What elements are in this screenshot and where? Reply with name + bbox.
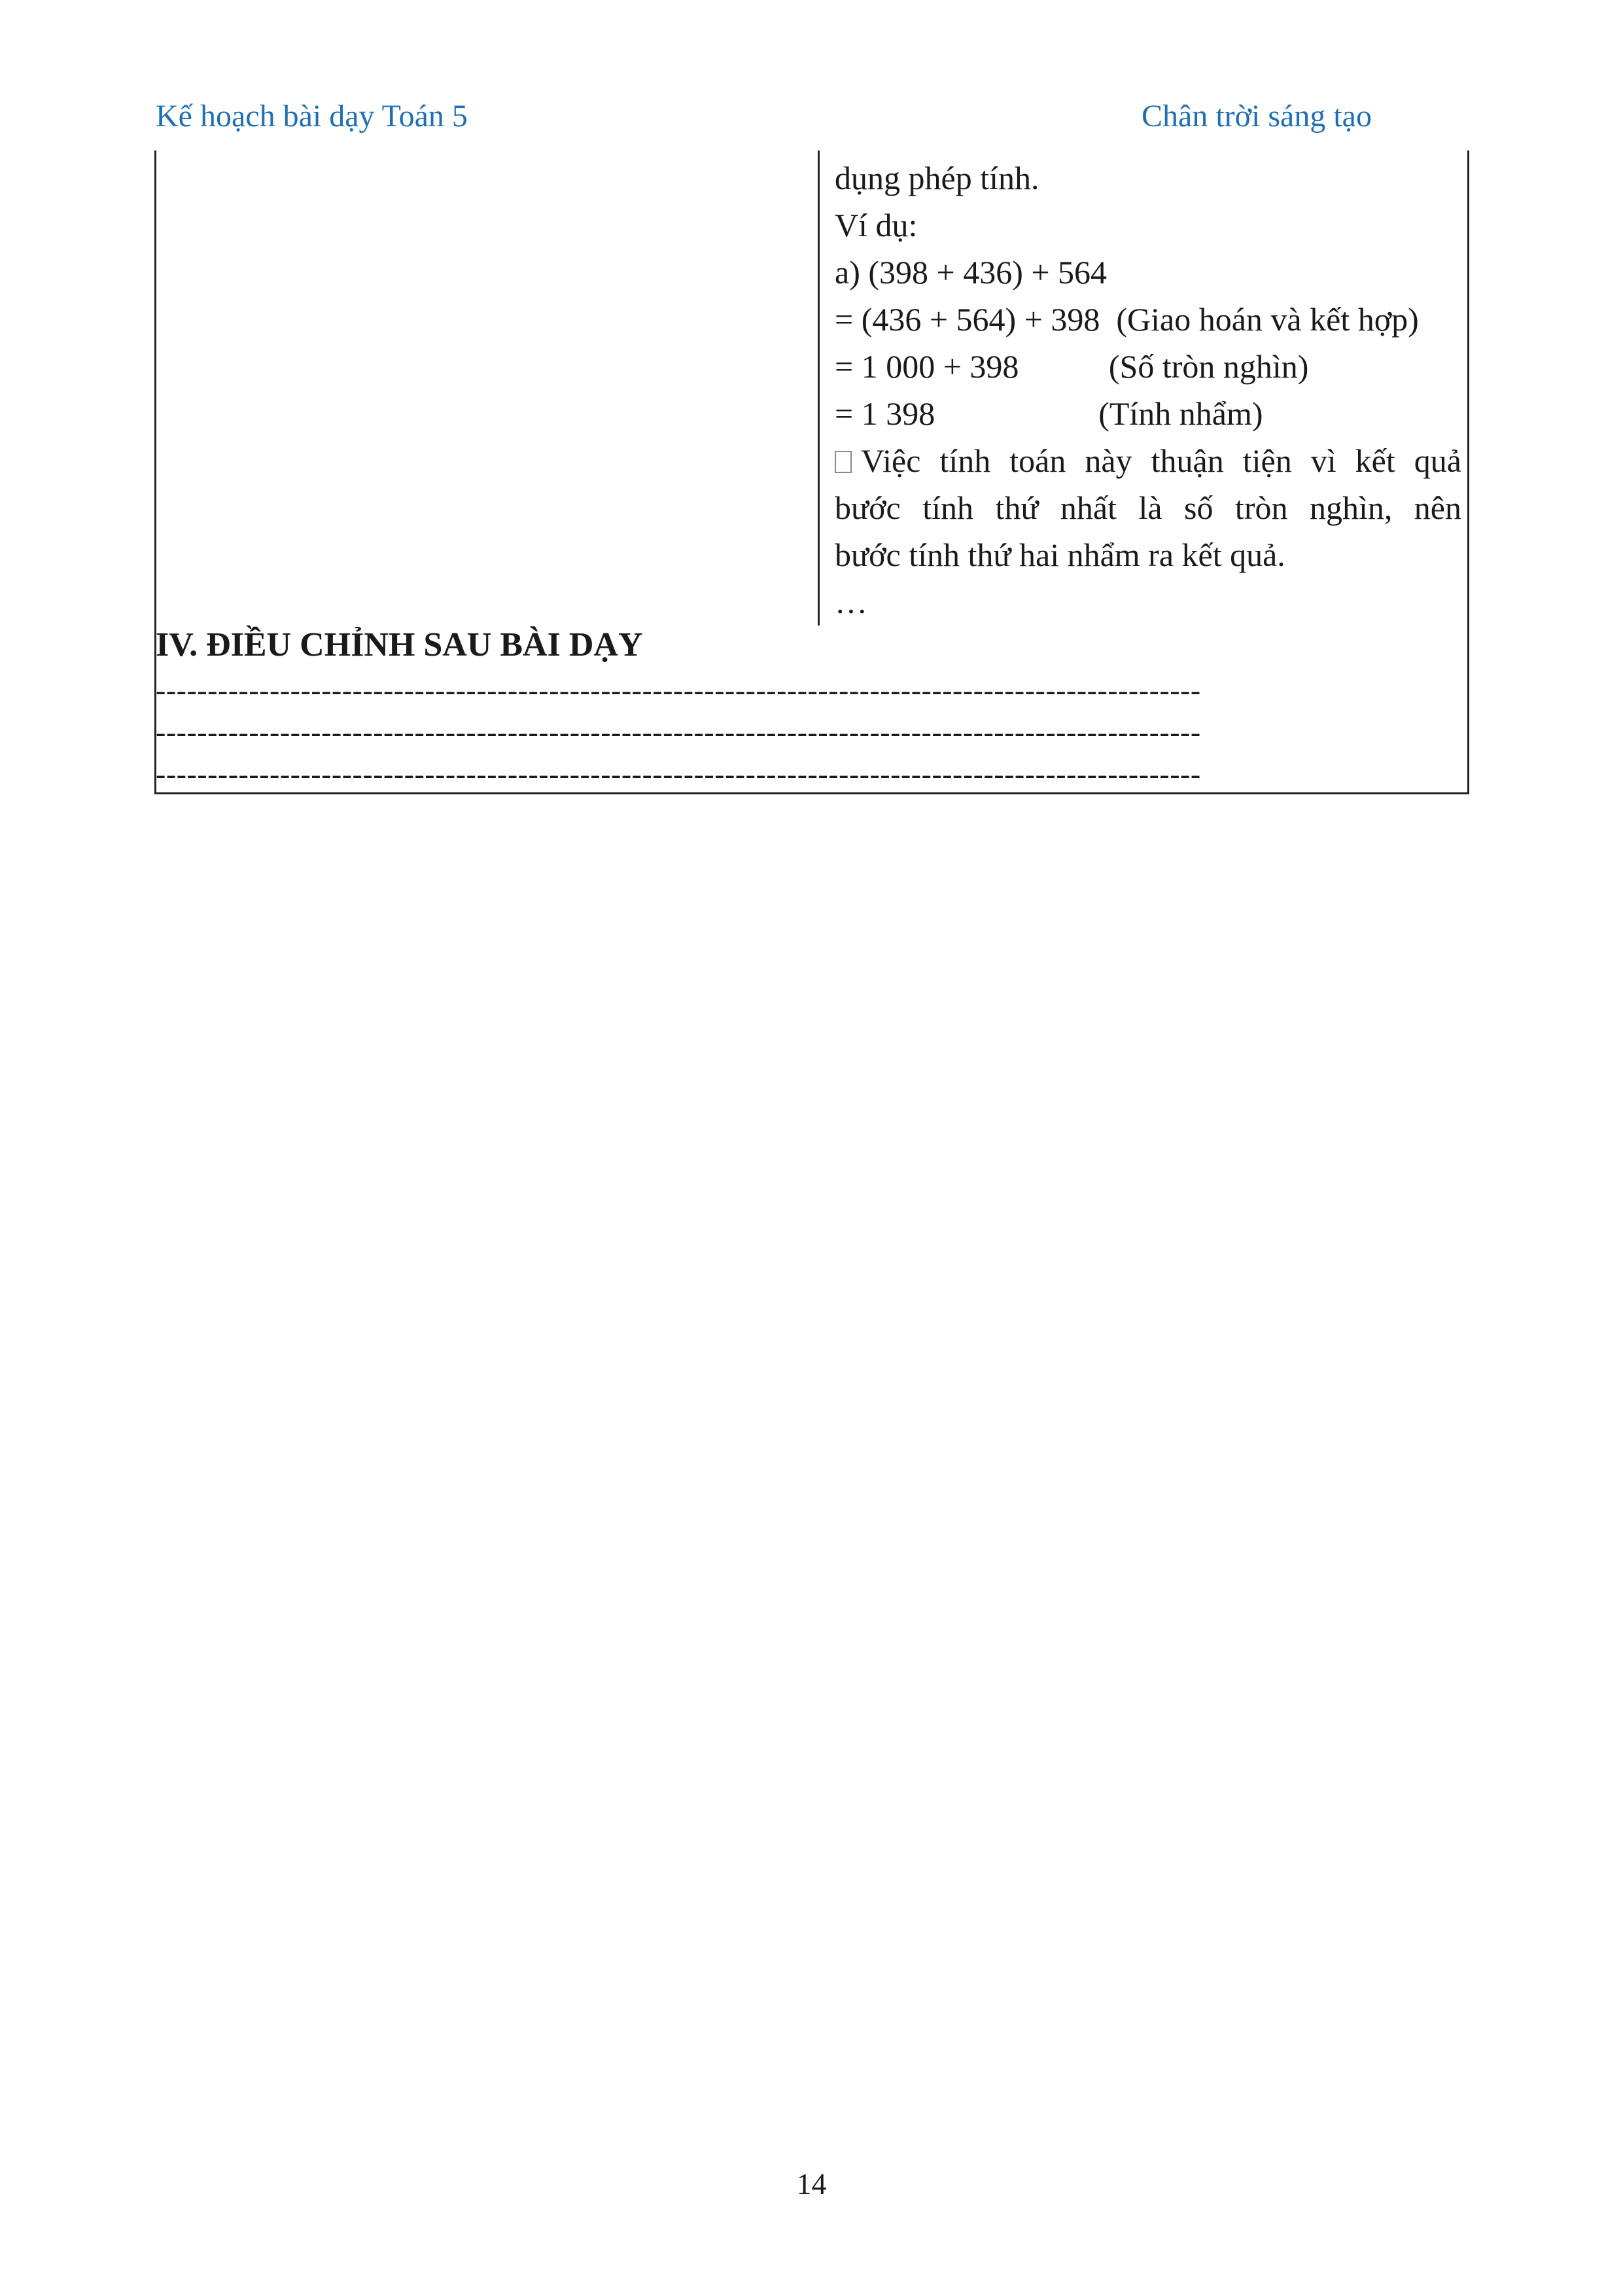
math-expression: a) (398 + 436) + 564: [835, 254, 1108, 291]
math-step: = 1 398 (Tính nhẩm): [835, 395, 1263, 432]
header-document-title: Kế hoạch bài dạy Toán 5: [156, 99, 468, 133]
page-number: 14: [796, 2167, 827, 2200]
header-series-name: Chân trời sáng tạo: [1142, 99, 1372, 133]
dash-line: ----------------------------------------…: [156, 758, 1201, 790]
note-text: Việc tính toán này thuận tiện vì kết quả: [861, 442, 1461, 479]
box-glyph-icon: [835, 451, 852, 473]
note-line: bước tính thứ nhất là số tròn nghìn, nên: [835, 489, 1461, 526]
example-label: Ví dụ:: [835, 207, 918, 243]
note-line: Việc tính toán này thuận tiện vì kết quả: [835, 437, 1461, 484]
dash-line: ----------------------------------------…: [156, 674, 1201, 707]
content-line: dụng phép tính.: [835, 160, 1039, 196]
section-title: IV. ĐIỀU CHỈNH SAU BÀI DẠY: [156, 626, 643, 663]
table-column-divider: [818, 150, 820, 626]
dash-line: ----------------------------------------…: [156, 716, 1201, 749]
math-step: = 1 000 + 398 (Số tròn nghìn): [835, 348, 1309, 385]
table-cell-right: dụng phép tính. Ví dụ: a) (398 + 436) + …: [835, 154, 1461, 626]
math-step: = (436 + 564) + 398 (Giao hoán và kết hợ…: [835, 301, 1419, 338]
ellipsis: …: [835, 584, 867, 620]
note-line: bước tính thứ hai nhẩm ra kết quả.: [835, 537, 1285, 573]
